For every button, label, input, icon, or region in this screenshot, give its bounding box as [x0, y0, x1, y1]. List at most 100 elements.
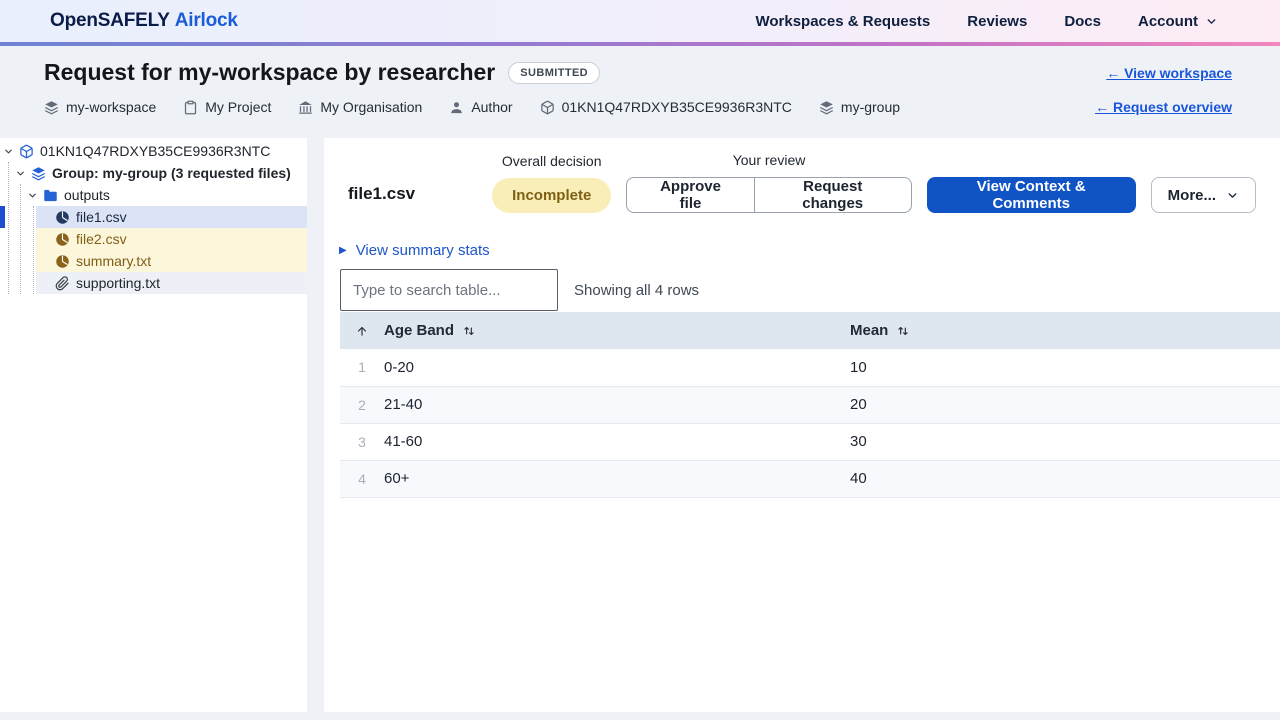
chevron-down-icon[interactable] [3, 146, 14, 157]
nav-item-docs[interactable]: Docs [1064, 13, 1101, 30]
selected-item-bar [0, 206, 5, 228]
overall-decision-label: Overall decision [502, 153, 602, 169]
age-band-cell: 21-40 [384, 386, 850, 423]
age-band-cell: 60+ [384, 460, 850, 497]
tree-item-group-my-group-3-requested-files[interactable]: Group: my-group (3 requested files) [0, 162, 307, 184]
view-summary-stats-toggle[interactable]: ▶ View summary stats [324, 242, 1280, 259]
search-input[interactable] [340, 269, 558, 311]
mean-cell: 30 [850, 423, 1280, 460]
tree-item-file1-csv[interactable]: file1.csv [0, 206, 307, 228]
request-overview-link[interactable]: ← Request overview [1095, 99, 1232, 115]
nav-item-label: Account [1138, 13, 1198, 30]
tree-item-label: outputs [64, 187, 110, 203]
sort-icon [462, 324, 476, 338]
meta-item-my-group: my-group [819, 99, 900, 115]
mean-cell: 10 [850, 349, 1280, 386]
pie-chart-icon [55, 210, 70, 225]
nav-item-label: Workspaces & Requests [755, 13, 930, 30]
tree-item-label: supporting.txt [76, 275, 160, 291]
more-button[interactable]: More... [1151, 177, 1256, 213]
nav-item-label: Docs [1064, 13, 1101, 30]
meta-item-my-workspace: my-workspace [44, 99, 156, 115]
column-header-mean[interactable]: Mean [850, 312, 1280, 349]
meta-item-author: Author [449, 99, 512, 115]
age-band-cell: 41-60 [384, 423, 850, 460]
brand-primary: OpenSAFELY [50, 10, 170, 31]
meta-item-label: 01KN1Q47RDXYB35CE9936R3NTC [562, 99, 792, 115]
nav-item-account[interactable]: Account [1138, 13, 1218, 30]
request-header: Request for my-workspace by researcher S… [0, 46, 1280, 138]
bank-icon [298, 100, 313, 115]
meta-item-label: My Project [205, 99, 271, 115]
row-index-cell: 3 [340, 423, 384, 460]
review-button-group: Approve file Request changes [626, 177, 911, 213]
chevron-down-icon[interactable] [15, 168, 26, 179]
content-gap [307, 138, 324, 712]
meta-item-label: my-group [841, 99, 900, 115]
table-row: 221-4020 [340, 386, 1280, 423]
table-row: 10-2010 [340, 349, 1280, 386]
pie-chart-icon [55, 254, 70, 269]
meta-item-01kn1q47rdxyb35ce9936r3ntc: 01KN1Q47RDXYB35CE9936R3NTC [540, 99, 792, 115]
row-count-text: Showing all 4 rows [574, 282, 699, 299]
file-title: file1.csv [348, 184, 415, 213]
status-badge: SUBMITTED [508, 62, 600, 84]
tree-item-label: summary.txt [76, 253, 151, 269]
table-body: 10-2010221-4020341-6030460+40 [340, 349, 1280, 497]
mean-cell: 20 [850, 386, 1280, 423]
table-row: 341-6030 [340, 423, 1280, 460]
column-header-label: Age Band [384, 322, 454, 339]
triangle-right-icon: ▶ [339, 245, 347, 256]
page-title: Request for my-workspace by researcher [44, 59, 495, 86]
package-icon [19, 144, 34, 159]
tree-item-label: file1.csv [76, 209, 127, 225]
tree-item-summary-txt[interactable]: summary.txt [0, 250, 307, 272]
request-changes-button[interactable]: Request changes [754, 178, 911, 212]
column-header-index[interactable] [340, 312, 384, 349]
your-review-label: Your review [733, 152, 806, 168]
table-header-row: Age Band Mean [340, 312, 1280, 349]
layers-icon [44, 100, 59, 115]
brand-logo[interactable]: OpenSAFELYAirlock [50, 10, 238, 32]
tree-item-file2-csv[interactable]: file2.csv [0, 228, 307, 250]
tree-item-01kn1q47rdxyb35ce9936r3ntc[interactable]: 01KN1Q47RDXYB35CE9936R3NTC [0, 140, 307, 162]
view-context-comments-button[interactable]: View Context & Comments [927, 177, 1136, 213]
file-tree-sidebar: 01KN1Q47RDXYB35CE9936R3NTC Group: my-grou… [0, 138, 307, 712]
decision-status-pill: Incomplete [492, 178, 611, 213]
chevron-down-icon [1205, 15, 1218, 28]
overall-decision-group: Overall decision Incomplete [492, 153, 611, 213]
more-button-label: More... [1168, 187, 1216, 204]
request-meta: my-workspaceMy ProjectMy OrganisationAut… [44, 99, 900, 115]
meta-item-my-project: My Project [183, 99, 271, 115]
tree-item-supporting-txt[interactable]: supporting.txt [0, 272, 307, 294]
row-index-cell: 1 [340, 349, 384, 386]
tree-item-label: Group: my-group (3 requested files) [52, 165, 291, 181]
user-icon [449, 100, 464, 115]
file-review-pane: file1.csv Overall decision Incomplete Yo… [324, 138, 1280, 712]
arrow-up-icon [340, 324, 384, 338]
bottom-strip [0, 712, 1280, 720]
package-icon [540, 100, 555, 115]
column-header-age-band[interactable]: Age Band [384, 312, 850, 349]
file-review-header: file1.csv Overall decision Incomplete Yo… [324, 138, 1280, 213]
chevron-down-icon[interactable] [27, 190, 38, 201]
nav-item-reviews[interactable]: Reviews [967, 13, 1027, 30]
meta-item-label: my-workspace [66, 99, 156, 115]
sort-icon [896, 324, 910, 338]
clipboard-icon [183, 100, 198, 115]
summary-toggle-label: View summary stats [356, 242, 490, 259]
layers-icon [819, 100, 834, 115]
navbar-links: Workspaces & Requests Reviews Docs Account [755, 13, 1218, 30]
meta-item-label: Author [471, 99, 512, 115]
your-review-group: Your review Approve file Request changes [626, 152, 911, 213]
nav-item-label: Reviews [967, 13, 1027, 30]
view-workspace-link[interactable]: ← View workspace [1106, 65, 1232, 81]
top-navbar: OpenSAFELYAirlock Workspaces & Requests R… [0, 0, 1280, 42]
brand-secondary: Airlock [175, 10, 238, 31]
approve-file-button[interactable]: Approve file [627, 178, 753, 212]
table-row: 460+40 [340, 460, 1280, 497]
column-header-label: Mean [850, 322, 888, 339]
nav-item-workspaces-requests[interactable]: Workspaces & Requests [755, 13, 930, 30]
paperclip-icon [55, 276, 70, 291]
tree-item-outputs[interactable]: outputs [0, 184, 307, 206]
